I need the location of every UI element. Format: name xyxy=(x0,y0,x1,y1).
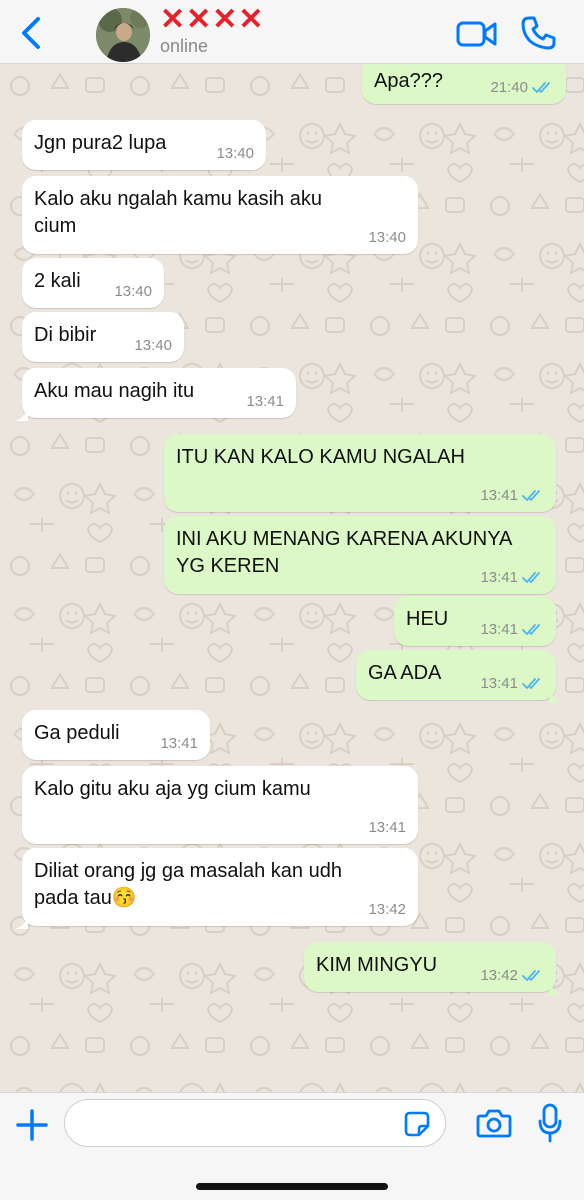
sticker-icon xyxy=(404,1111,430,1137)
message-meta: 13:40 xyxy=(134,337,172,355)
outgoing-message[interactable]: Apa??? 21:40 xyxy=(362,64,566,104)
back-button[interactable] xyxy=(18,16,48,50)
chat-area[interactable]: Apa??? 21:40 Jgn pura2 lupa 13:40 Kalo aku n… xyxy=(0,64,584,1092)
read-receipt-icon xyxy=(522,678,540,689)
message-meta: 13:40 xyxy=(368,229,406,247)
outgoing-message[interactable]: INI AKU MENANG KARENA AKUNYA YG KEREN 13:… xyxy=(164,516,556,594)
message-meta: 13:41 xyxy=(480,675,544,693)
incoming-message[interactable]: 2 kali 13:40 xyxy=(22,258,164,308)
chevron-left-icon xyxy=(22,17,40,49)
message-time: 13:41 xyxy=(480,675,518,692)
incoming-message[interactable]: Kalo gitu aku aja yg cium kamu 13:41 xyxy=(22,766,418,844)
message-time: 13:41 xyxy=(480,569,518,586)
camera-button[interactable] xyxy=(476,1107,512,1139)
microphone-icon xyxy=(538,1103,562,1143)
message-time: 13:40 xyxy=(134,337,172,354)
phone-icon xyxy=(521,16,556,50)
incoming-message[interactable]: Ga peduli 13:41 xyxy=(22,710,210,760)
message-text: Kalo gitu aku aja yg cium kamu xyxy=(34,778,311,800)
camera-icon xyxy=(476,1109,512,1138)
bubble-tail xyxy=(14,402,28,421)
message-time: 13:40 xyxy=(216,145,254,162)
contact-status: online xyxy=(160,36,209,56)
message-meta: 13:41 xyxy=(368,819,406,837)
outgoing-message[interactable]: HEU 13:41 xyxy=(394,596,556,646)
message-meta: 13:41 xyxy=(480,621,544,639)
message-time: 13:41 xyxy=(368,819,406,836)
read-receipt-icon xyxy=(532,82,550,93)
bubble-tail xyxy=(550,976,564,995)
message-meta: 13:41 xyxy=(160,735,198,753)
avatar[interactable] xyxy=(96,8,150,62)
message-meta: 13:41 xyxy=(480,569,544,587)
read-receipt-icon xyxy=(522,490,540,501)
outgoing-message[interactable]: ITU KAN KALO KAMU NGALAH 13:41 xyxy=(164,434,556,512)
read-receipt-icon xyxy=(522,624,540,635)
chat-header: ✕✕✕✕ online xyxy=(0,0,584,64)
plus-icon xyxy=(16,1109,48,1141)
message-meta: 13:41 xyxy=(246,393,284,411)
message-time: 13:40 xyxy=(114,283,152,300)
message-meta: 13:42 xyxy=(368,901,406,919)
message-text: Kalo aku ngalah kamu kasih aku cium xyxy=(34,188,322,237)
attach-button[interactable] xyxy=(14,1107,50,1143)
incoming-message[interactable]: Aku mau nagih itu 13:41 xyxy=(14,368,296,421)
message-text: ITU KAN KALO KAMU NGALAH xyxy=(176,446,465,468)
bubble-tail xyxy=(14,910,28,929)
message-meta: 21:40 xyxy=(490,79,554,97)
video-call-button[interactable] xyxy=(456,18,498,50)
message-meta: 13:40 xyxy=(216,145,254,163)
sticker-button[interactable] xyxy=(404,1111,430,1137)
contact-name[interactable]: ✕✕✕✕ xyxy=(160,3,265,37)
message-time: 21:40 xyxy=(490,79,528,96)
bubble-tail xyxy=(550,684,564,703)
microphone-button[interactable] xyxy=(538,1103,562,1143)
message-time: 13:41 xyxy=(246,393,284,410)
outgoing-message[interactable]: KIM MINGYU 13:42 xyxy=(304,942,564,995)
video-camera-icon xyxy=(456,21,497,47)
message-time: 13:41 xyxy=(480,621,518,638)
outgoing-message[interactable]: GA ADA 13:41 xyxy=(356,650,564,703)
message-meta: 13:41 xyxy=(480,487,544,505)
message-time: 13:42 xyxy=(368,901,406,918)
message-meta: 13:40 xyxy=(114,283,152,301)
incoming-message[interactable]: Diliat orang jg ga masalah kan udh pada … xyxy=(14,848,418,929)
voice-call-button[interactable] xyxy=(520,14,558,52)
message-time: 13:42 xyxy=(480,967,518,984)
message-time: 13:41 xyxy=(480,487,518,504)
message-text: Diliat orang jg ga masalah kan udh pada … xyxy=(34,860,342,909)
message-input[interactable] xyxy=(64,1099,446,1147)
read-receipt-icon xyxy=(522,970,540,981)
incoming-message[interactable]: Kalo aku ngalah kamu kasih aku cium 13:40 xyxy=(22,176,418,254)
read-receipt-icon xyxy=(522,572,540,583)
message-time: 13:41 xyxy=(160,735,198,752)
incoming-message[interactable]: Jgn pura2 lupa 13:40 xyxy=(22,120,266,170)
incoming-message[interactable]: Di bibir 13:40 xyxy=(22,312,184,362)
message-time: 13:40 xyxy=(368,229,406,246)
input-bar xyxy=(0,1092,584,1200)
home-indicator xyxy=(196,1183,388,1190)
message-meta: 13:42 xyxy=(480,967,544,985)
